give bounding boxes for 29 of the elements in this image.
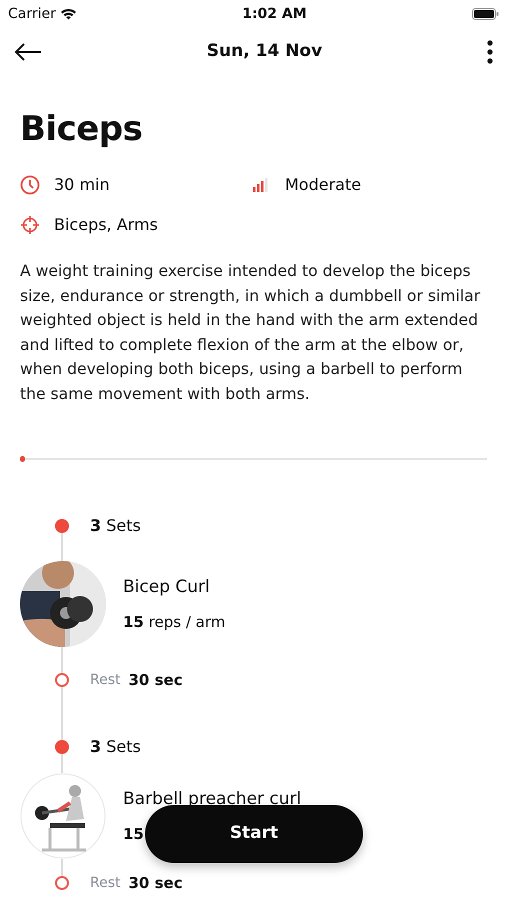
sets-text: 3 Sets xyxy=(90,736,141,758)
description-text: A weight training exercise intended to develop the biceps size, endurance or strength, in which a dumbbell or similar weighted object is held in the hand with the arm extended and lifted to complete flexion of the arm at the elbow or, when developing both biceps, using a barbell to perform the same movement with both arms. xyxy=(19,261,482,404)
reps-text: 15 xyxy=(123,824,144,844)
status-time: 1:02 AM xyxy=(242,4,307,24)
duration-text: 30 min xyxy=(54,174,110,196)
clock-icon xyxy=(20,175,40,195)
carrier-label: Carrier xyxy=(8,4,56,24)
set-dot xyxy=(55,740,69,754)
rest-duration: 30 sec xyxy=(128,670,183,691)
rest-label: Rest xyxy=(90,670,120,690)
reps-text: 15 reps / arm xyxy=(123,612,226,632)
workout-title: Biceps xyxy=(20,108,144,151)
more-menu-icon[interactable] xyxy=(486,40,493,64)
rest-label: Rest xyxy=(90,874,120,892)
battery-icon xyxy=(472,8,499,20)
start-button[interactable]: Start xyxy=(145,805,363,863)
set-dot xyxy=(55,519,69,533)
wifi-icon xyxy=(60,8,77,20)
difficulty-bars-icon xyxy=(253,178,269,192)
difficulty-text: Moderate xyxy=(285,174,362,196)
muscles-text: Biceps, Arms xyxy=(54,214,158,236)
header-title: Sun, 14 Nov xyxy=(206,40,322,64)
exercise-name: Bicep Curl xyxy=(123,576,211,599)
back-arrow-icon[interactable] xyxy=(14,43,42,61)
target-icon xyxy=(20,215,40,235)
rest-dot xyxy=(55,876,69,890)
rest-dot xyxy=(55,673,69,687)
sets-text: 3 Sets xyxy=(90,515,141,537)
rest-duration: 30 sec xyxy=(128,872,183,894)
